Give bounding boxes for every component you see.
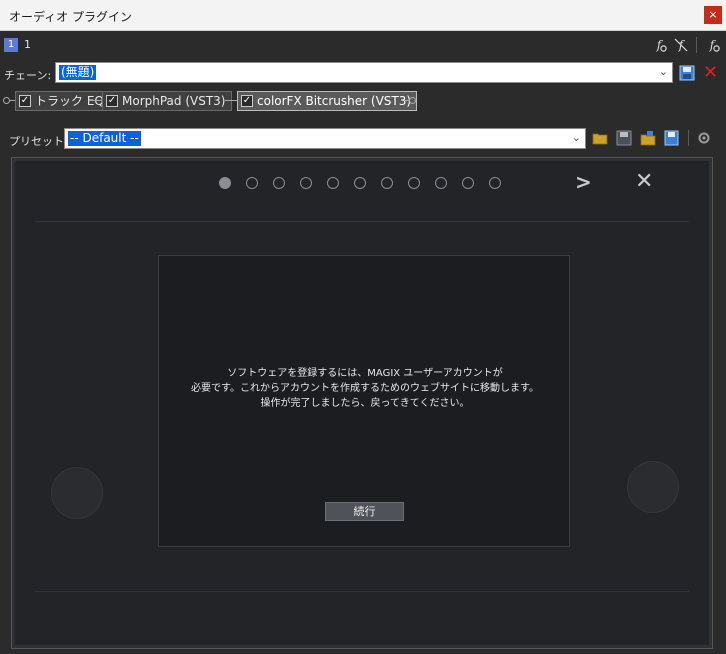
gear-icon: [660, 45, 667, 52]
title-bar: オーディオ プラグイン ×: [0, 0, 726, 31]
plugin-label: トラック EQ: [35, 94, 104, 108]
fx-settings-button[interactable]: f: [650, 36, 668, 54]
chain-row: チェーン: (無題) ⌄ ✕: [0, 59, 726, 87]
page-dot[interactable]: [327, 177, 339, 189]
toolbar-row: 1 1 f f f: [0, 32, 726, 58]
bg-knob-left: [51, 467, 103, 519]
window-title: オーディオ プラグイン: [9, 10, 132, 24]
bg-divider: [35, 221, 689, 222]
chain-end-node: [409, 97, 416, 104]
continue-button[interactable]: 続行: [325, 502, 404, 521]
fx-bypass-button[interactable]: f: [672, 36, 690, 54]
chain-start-node: [3, 97, 10, 104]
open-folder-icon[interactable]: [592, 130, 608, 146]
bg-knob-right: [627, 461, 679, 513]
gear-small-icon: [713, 45, 720, 52]
chain-label: チェーン:: [4, 69, 52, 82]
chevron-down-icon: ⌄: [571, 131, 581, 144]
chain-number-badge: 1: [4, 38, 18, 52]
page-dot[interactable]: [273, 177, 285, 189]
bg-divider-bottom: [35, 591, 689, 592]
chevron-down-icon: ⌄: [658, 65, 668, 78]
close-dialog-icon[interactable]: ✕: [635, 169, 653, 194]
chain-connector: [225, 100, 237, 101]
page-dot[interactable]: [354, 177, 366, 189]
preset-select[interactable]: -- Default -- ⌄: [64, 128, 586, 149]
dialog-message-line-2: 必要です。これからアカウントを作成するためのウェブサイトに移動します。: [191, 383, 539, 394]
page-dot[interactable]: [300, 177, 312, 189]
chain-select[interactable]: (無題) ⌄: [55, 62, 673, 83]
plugin-label: MorphPad (VST3): [122, 94, 226, 108]
dialog-message-line-1: ソフトウェアを登録するには、MAGIX ユーザーアカウントが: [227, 368, 503, 379]
plugin-label: colorFX Bitcrusher (VST3): [257, 94, 412, 108]
page-dot[interactable]: [408, 177, 420, 189]
toolbar-separator: [688, 130, 689, 146]
plugin-enable-checkbox[interactable]: ✓: [19, 95, 31, 107]
save-preset-icon[interactable]: [616, 130, 632, 146]
plugin-ui: > ✕ ソフトウェアを登録するには、MAGIX ユーザーアカウントが 必要です。…: [15, 161, 709, 645]
plugin-morphpad[interactable]: ✓ MorphPad (VST3): [102, 91, 232, 111]
page-dot[interactable]: [381, 177, 393, 189]
window-close-button[interactable]: ×: [704, 6, 722, 24]
chain-number-label: 1: [24, 38, 31, 51]
import-preset-icon[interactable]: [640, 130, 656, 146]
save-chain-icon[interactable]: [679, 65, 695, 81]
plugin-colorfx-bitcrusher[interactable]: ✓ colorFX Bitcrusher (VST3): [237, 91, 418, 111]
toolbar-separator: [696, 37, 697, 53]
delete-chain-icon[interactable]: ✕: [703, 64, 718, 82]
plugin-enable-checkbox[interactable]: ✓: [106, 95, 118, 107]
export-preset-icon[interactable]: [664, 130, 680, 146]
preset-label: プリセット:: [9, 135, 68, 148]
plugin-chain: ✓ トラック EQ ✓ MorphPad (VST3) ✓ colorFX Bi…: [0, 89, 726, 113]
registration-dialog: ソフトウェアを登録するには、MAGIX ユーザーアカウントが 必要です。これから…: [158, 255, 570, 547]
plugin-enable-checkbox[interactable]: ✓: [241, 95, 253, 107]
page-dot[interactable]: [435, 177, 447, 189]
fx-add-button[interactable]: f: [703, 36, 721, 54]
strike-icon: [674, 38, 688, 52]
chain-select-value: (無題): [59, 65, 97, 80]
page-dot[interactable]: [462, 177, 474, 189]
page-dot[interactable]: [219, 177, 231, 189]
plugin-panel: > ✕ ソフトウェアを登録するには、MAGIX ユーザーアカウントが 必要です。…: [11, 157, 713, 649]
gear-icon[interactable]: [696, 130, 712, 146]
preset-row: プリセット: -- Default -- ⌄: [0, 125, 726, 153]
preset-select-value: -- Default --: [68, 131, 141, 146]
chain-connector: [90, 100, 102, 101]
page-dot[interactable]: [489, 177, 501, 189]
page-dot[interactable]: [246, 177, 258, 189]
next-page-icon[interactable]: >: [575, 170, 592, 194]
dialog-message-line-3: 操作が完了しましたら、戻ってきてください。: [260, 398, 470, 409]
plugin-track-eq[interactable]: ✓ トラック EQ: [15, 91, 110, 111]
